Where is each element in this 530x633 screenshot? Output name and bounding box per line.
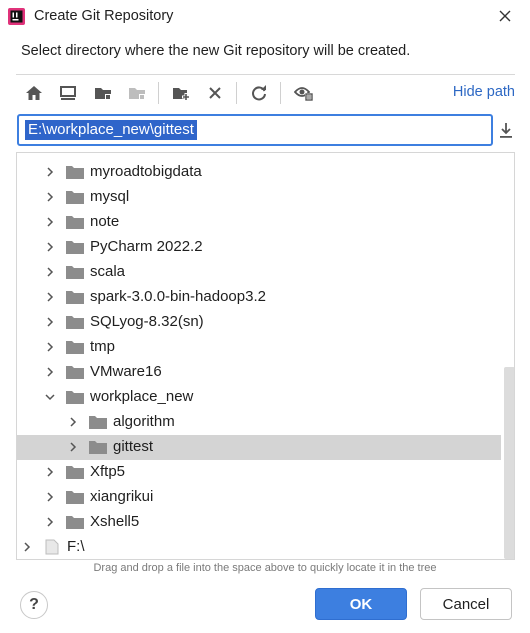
tree-item-label: PyCharm 2022.2 (90, 238, 203, 255)
tree-row[interactable]: Xshell5 (17, 510, 501, 535)
download-icon[interactable] (496, 119, 516, 141)
folder-icon (66, 291, 84, 304)
tree-item-label: tmp (90, 338, 116, 355)
tree-item-label: spark-3.0.0-bin-hadoop3.2 (90, 288, 266, 305)
chevron-right-icon[interactable] (44, 491, 56, 503)
tree-item-label: gittest (113, 438, 154, 455)
tree-row[interactable]: mysql (17, 185, 501, 210)
intellij-app-icon (8, 8, 25, 25)
directory-tree[interactable]: F:\ Xshell5 xiangrikui Xftp5 gittest algorith… (16, 152, 515, 560)
tree-item-label: workplace_new (90, 388, 194, 405)
tree-item-label: Xshell5 (90, 513, 140, 530)
tree-row[interactable]: scala (17, 260, 501, 285)
chevron-right-icon[interactable] (44, 216, 56, 228)
tree-row[interactable]: myroadtobigdata (17, 160, 501, 185)
drive-icon (45, 539, 59, 555)
dialog-description: Select directory where the new Git repos… (21, 43, 411, 59)
toolbar-separator (280, 82, 281, 104)
tree-row[interactable]: Xftp5 (17, 460, 501, 485)
cancel-button[interactable]: Cancel (420, 588, 512, 620)
tree-row[interactable]: VMware16 (17, 360, 501, 385)
module-folder-icon[interactable] (126, 82, 148, 104)
tree-item-label: mysql (90, 188, 130, 205)
chevron-right-icon[interactable] (44, 291, 56, 303)
refresh-icon[interactable] (248, 82, 270, 104)
tree-row[interactable]: workplace_new (17, 385, 501, 410)
tree-row[interactable]: spark-3.0.0-bin-hadoop3.2 (17, 285, 501, 310)
chevron-right-icon[interactable] (44, 341, 56, 353)
chevron-right-icon[interactable] (44, 466, 56, 478)
tree-row[interactable]: algorithm (17, 410, 501, 435)
show-hidden-icon[interactable] (293, 82, 315, 104)
folder-icon (66, 341, 84, 354)
tree-item-label: note (90, 213, 120, 230)
chevron-right-icon[interactable] (44, 191, 56, 203)
chevron-right-icon[interactable] (44, 241, 56, 253)
tree-item-label: xiangrikui (90, 488, 154, 505)
chevron-right-icon[interactable] (21, 541, 33, 553)
home-icon[interactable] (23, 82, 45, 104)
chevron-right-icon[interactable] (44, 166, 56, 178)
folder-icon (66, 466, 84, 479)
toolbar-separator (158, 82, 159, 104)
help-button[interactable]: ? (20, 591, 48, 619)
hide-path-link[interactable]: Hide path (453, 84, 515, 100)
tree-item-label: algorithm (113, 413, 175, 430)
delete-icon[interactable] (204, 82, 226, 104)
chevron-down-icon[interactable] (44, 391, 56, 403)
folder-icon (89, 416, 107, 429)
folder-icon (66, 241, 84, 254)
tree-item-label: F:\ (67, 538, 85, 555)
window-title: Create Git Repository (34, 8, 174, 24)
folder-icon (66, 516, 84, 529)
folder-icon (66, 216, 84, 229)
divider (16, 74, 515, 75)
tree-row[interactable]: PyCharm 2022.2 (17, 235, 501, 260)
drag-drop-hint: Drag and drop a file into the space abov… (93, 562, 437, 574)
chevron-right-icon[interactable] (67, 441, 79, 453)
chevron-right-icon[interactable] (44, 266, 56, 278)
folder-icon (66, 391, 84, 404)
tree-item-label: Xftp5 (90, 463, 126, 480)
tree-item-label: scala (90, 263, 126, 280)
toolbar-separator (236, 82, 237, 104)
scrollbar-thumb[interactable] (504, 367, 514, 559)
ok-button[interactable]: OK (315, 588, 407, 620)
path-field[interactable]: E:\workplace_new\gittest (17, 114, 493, 146)
chevron-right-icon[interactable] (44, 366, 56, 378)
tree-row[interactable]: F:\ (17, 535, 501, 559)
chevron-right-icon[interactable] (44, 316, 56, 328)
path-input-value[interactable]: E:\workplace_new\gittest (25, 120, 197, 140)
tree-row[interactable]: SQLyog-8.32(sn) (17, 310, 501, 335)
folder-icon (66, 491, 84, 504)
folder-icon (66, 166, 84, 179)
folder-icon (66, 366, 84, 379)
tree-row[interactable]: note (17, 210, 501, 235)
close-icon[interactable] (494, 5, 516, 27)
desktop-icon[interactable] (57, 82, 79, 104)
folder-icon (66, 191, 84, 204)
folder-icon (66, 266, 84, 279)
new-folder-icon[interactable] (170, 82, 192, 104)
tree-item-label: SQLyog-8.32(sn) (90, 313, 204, 330)
file-chooser-toolbar: Hide path (16, 78, 515, 108)
help-icon: ? (29, 596, 39, 613)
folder-icon (66, 316, 84, 329)
tree-row[interactable]: xiangrikui (17, 485, 501, 510)
tree-row[interactable]: gittest (17, 435, 501, 460)
folder-icon (89, 441, 107, 454)
chevron-right-icon[interactable] (44, 516, 56, 528)
tree-item-label: VMware16 (90, 363, 162, 380)
chevron-right-icon[interactable] (67, 416, 79, 428)
project-folder-icon[interactable] (92, 82, 114, 104)
tree-row[interactable]: tmp (17, 335, 501, 360)
title-bar: Create Git Repository (0, 0, 530, 34)
tree-item-label: myroadtobigdata (90, 163, 202, 180)
